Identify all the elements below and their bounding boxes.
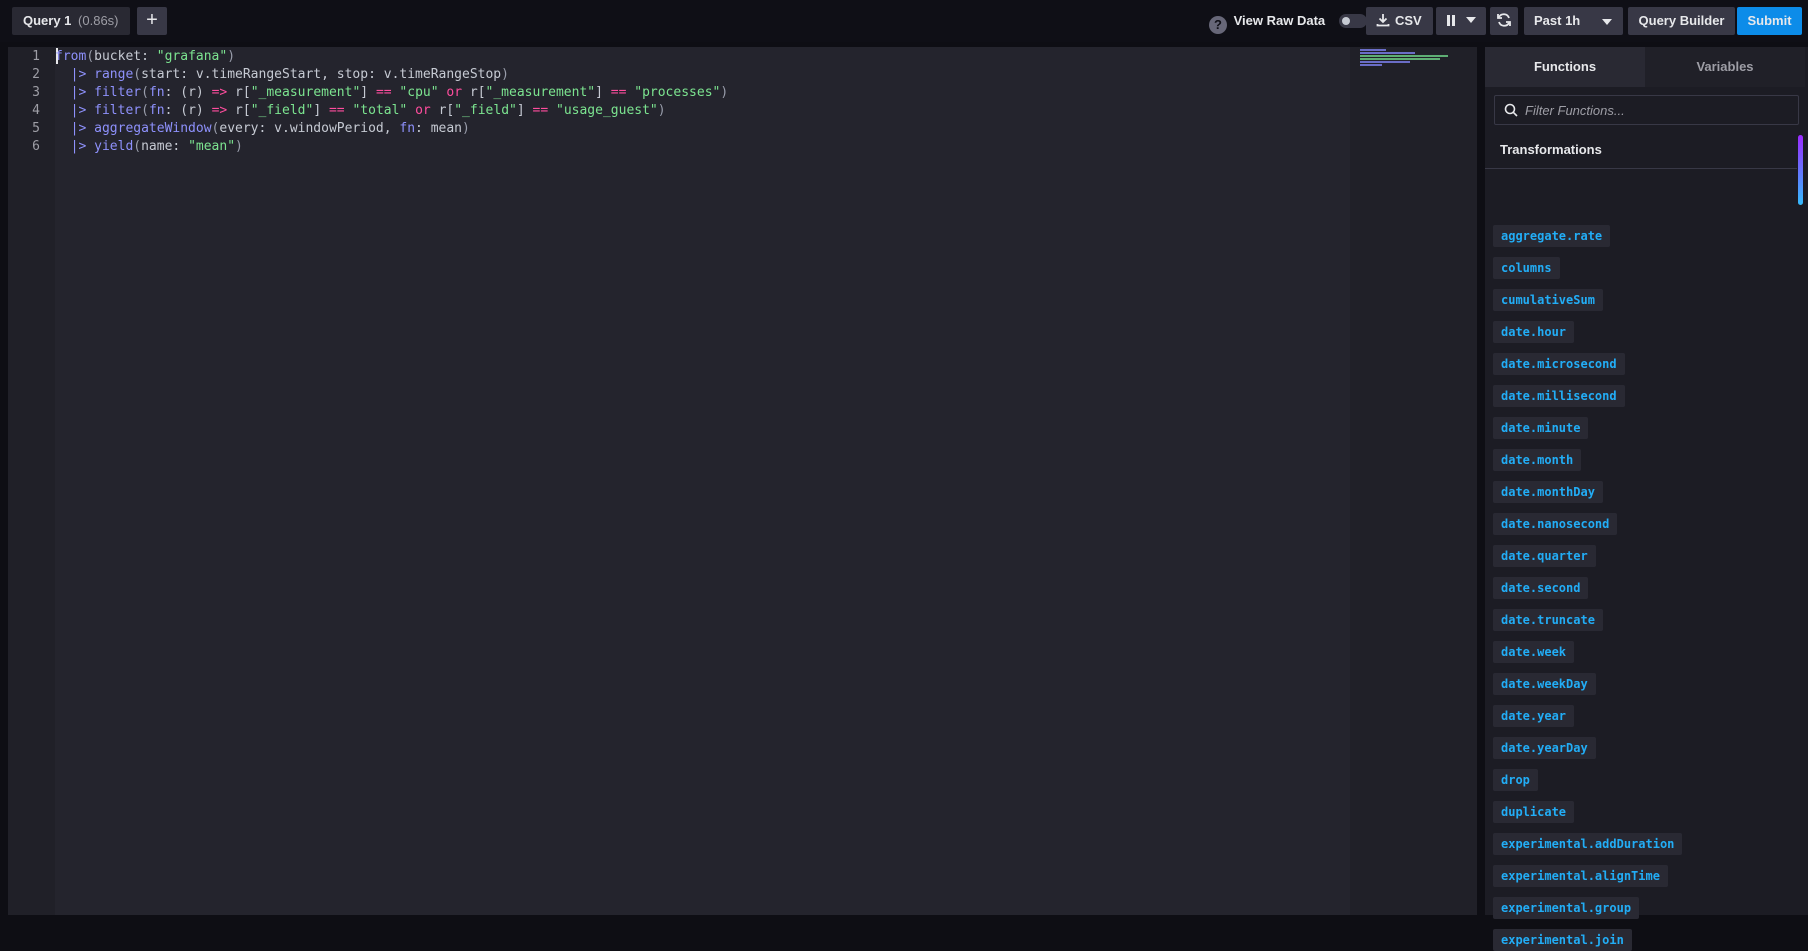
function-item-drop[interactable]: drop [1493, 769, 1538, 791]
code-area[interactable]: from(bucket: "grafana") |> range(start: … [55, 47, 1350, 915]
plus-icon: + [146, 9, 158, 31]
function-item-date-truncate[interactable]: date.truncate [1493, 609, 1603, 631]
view-raw-data-control[interactable]: ? View Raw Data [1209, 7, 1367, 35]
section-title-transformations: Transformations [1485, 131, 1797, 169]
function-item-date-monthday[interactable]: date.monthDay [1493, 481, 1603, 503]
csv-download-button[interactable]: CSV [1366, 7, 1433, 35]
minimap-line [1360, 58, 1440, 60]
chevron-down-icon [1465, 17, 1476, 23]
line-number: 4 [32, 103, 40, 118]
line-number: 2 [32, 67, 40, 82]
minimap-line [1360, 55, 1448, 57]
function-item-columns[interactable]: columns [1493, 257, 1560, 279]
function-item-date-year[interactable]: date.year [1493, 705, 1575, 727]
code-line-1[interactable]: from(bucket: "grafana") [55, 48, 235, 66]
function-item-date-minute[interactable]: date.minute [1493, 417, 1589, 439]
flux-script-editor[interactable]: 1 2 3 4 5 6 from(bucket: "grafana") |> r… [8, 47, 1477, 915]
query-tab[interactable]: Query 1 (0.86s) [12, 7, 130, 35]
tab-functions[interactable]: Functions [1485, 47, 1645, 87]
filter-functions-input[interactable] [1525, 96, 1785, 124]
refresh-pause-dropdown[interactable] [1436, 7, 1486, 35]
function-item-date-microsecond[interactable]: date.microsecond [1493, 353, 1625, 375]
function-item-date-yearday[interactable]: date.yearDay [1493, 737, 1596, 759]
line-number: 6 [32, 139, 40, 154]
submit-label: Submit [1747, 13, 1792, 28]
line-number: 1 [32, 49, 40, 64]
minimap-line [1360, 61, 1410, 63]
function-item-experimental-join[interactable]: experimental.join [1493, 929, 1632, 951]
function-item-date-month[interactable]: date.month [1493, 449, 1582, 471]
csv-label: CSV [1395, 13, 1422, 28]
function-item-date-millisecond[interactable]: date.millisecond [1493, 385, 1625, 407]
chevron-down-icon [1602, 19, 1612, 25]
query-toolbar: Query 1 (0.86s) + ? View Raw Data CSV Pa… [0, 0, 1808, 42]
search-icon [1504, 103, 1518, 117]
add-query-button[interactable]: + [137, 7, 167, 35]
help-icon[interactable]: ? [1209, 16, 1227, 34]
time-range-label: Past 1h [1534, 13, 1581, 28]
submit-button[interactable]: Submit [1737, 7, 1802, 35]
function-item-date-week[interactable]: date.week [1493, 641, 1575, 663]
tab-variables[interactable]: Variables [1645, 47, 1805, 87]
refresh-button[interactable] [1490, 7, 1518, 35]
function-item-experimental-group[interactable]: experimental.group [1493, 897, 1640, 919]
minimap-line [1360, 49, 1386, 51]
function-item-date-weekday[interactable]: date.weekDay [1493, 673, 1596, 695]
function-item-duplicate[interactable]: duplicate [1493, 801, 1575, 823]
code-line-5[interactable]: |> aggregateWindow(every: v.windowPeriod… [55, 120, 470, 138]
query-builder-button[interactable]: Query Builder [1628, 7, 1735, 35]
function-item-date-second[interactable]: date.second [1493, 577, 1589, 599]
filter-functions-search[interactable] [1494, 95, 1799, 125]
pause-icon [1447, 15, 1455, 26]
code-line-4[interactable]: |> filter(fn: (r) => r["_field"] == "tot… [55, 102, 666, 120]
code-line-2[interactable]: |> range(start: v.timeRangeStart, stop: … [55, 66, 509, 84]
query-builder-label: Query Builder [1638, 13, 1725, 28]
code-line-3[interactable]: |> filter(fn: (r) => r["_measurement"] =… [55, 84, 729, 102]
query-tab-time: (0.86s) [78, 13, 119, 28]
function-item-experimental-addduration[interactable]: experimental.addDuration [1493, 833, 1683, 855]
function-item-date-hour[interactable]: date.hour [1493, 321, 1575, 343]
code-line-6[interactable]: |> yield(name: "mean") [55, 138, 243, 156]
function-item-cumulativesum[interactable]: cumulativeSum [1493, 289, 1603, 311]
minimap-line [1360, 64, 1382, 66]
refresh-icon [1497, 13, 1511, 27]
query-tab-label: Query 1 [23, 13, 72, 28]
function-item-date-nanosecond[interactable]: date.nanosecond [1493, 513, 1618, 535]
view-raw-data-label: View Raw Data [1233, 13, 1326, 28]
download-icon [1376, 14, 1390, 27]
function-item-aggregate-rate[interactable]: aggregate.rate [1493, 225, 1611, 247]
function-item-experimental-aligntime[interactable]: experimental.alignTime [1493, 865, 1668, 887]
view-raw-data-toggle[interactable] [1338, 14, 1367, 28]
functions-panel: Functions Variables Transformations aggr… [1485, 47, 1808, 951]
function-item-date-quarter[interactable]: date.quarter [1493, 545, 1596, 567]
minimap-line [1360, 52, 1415, 54]
line-number: 5 [32, 121, 40, 136]
code-minimap[interactable] [1350, 47, 1477, 915]
line-number: 3 [32, 85, 40, 100]
function-list-scrollbar[interactable] [1798, 135, 1803, 205]
time-range-dropdown[interactable]: Past 1h [1524, 7, 1623, 35]
line-number-gutter: 1 2 3 4 5 6 [8, 47, 55, 915]
